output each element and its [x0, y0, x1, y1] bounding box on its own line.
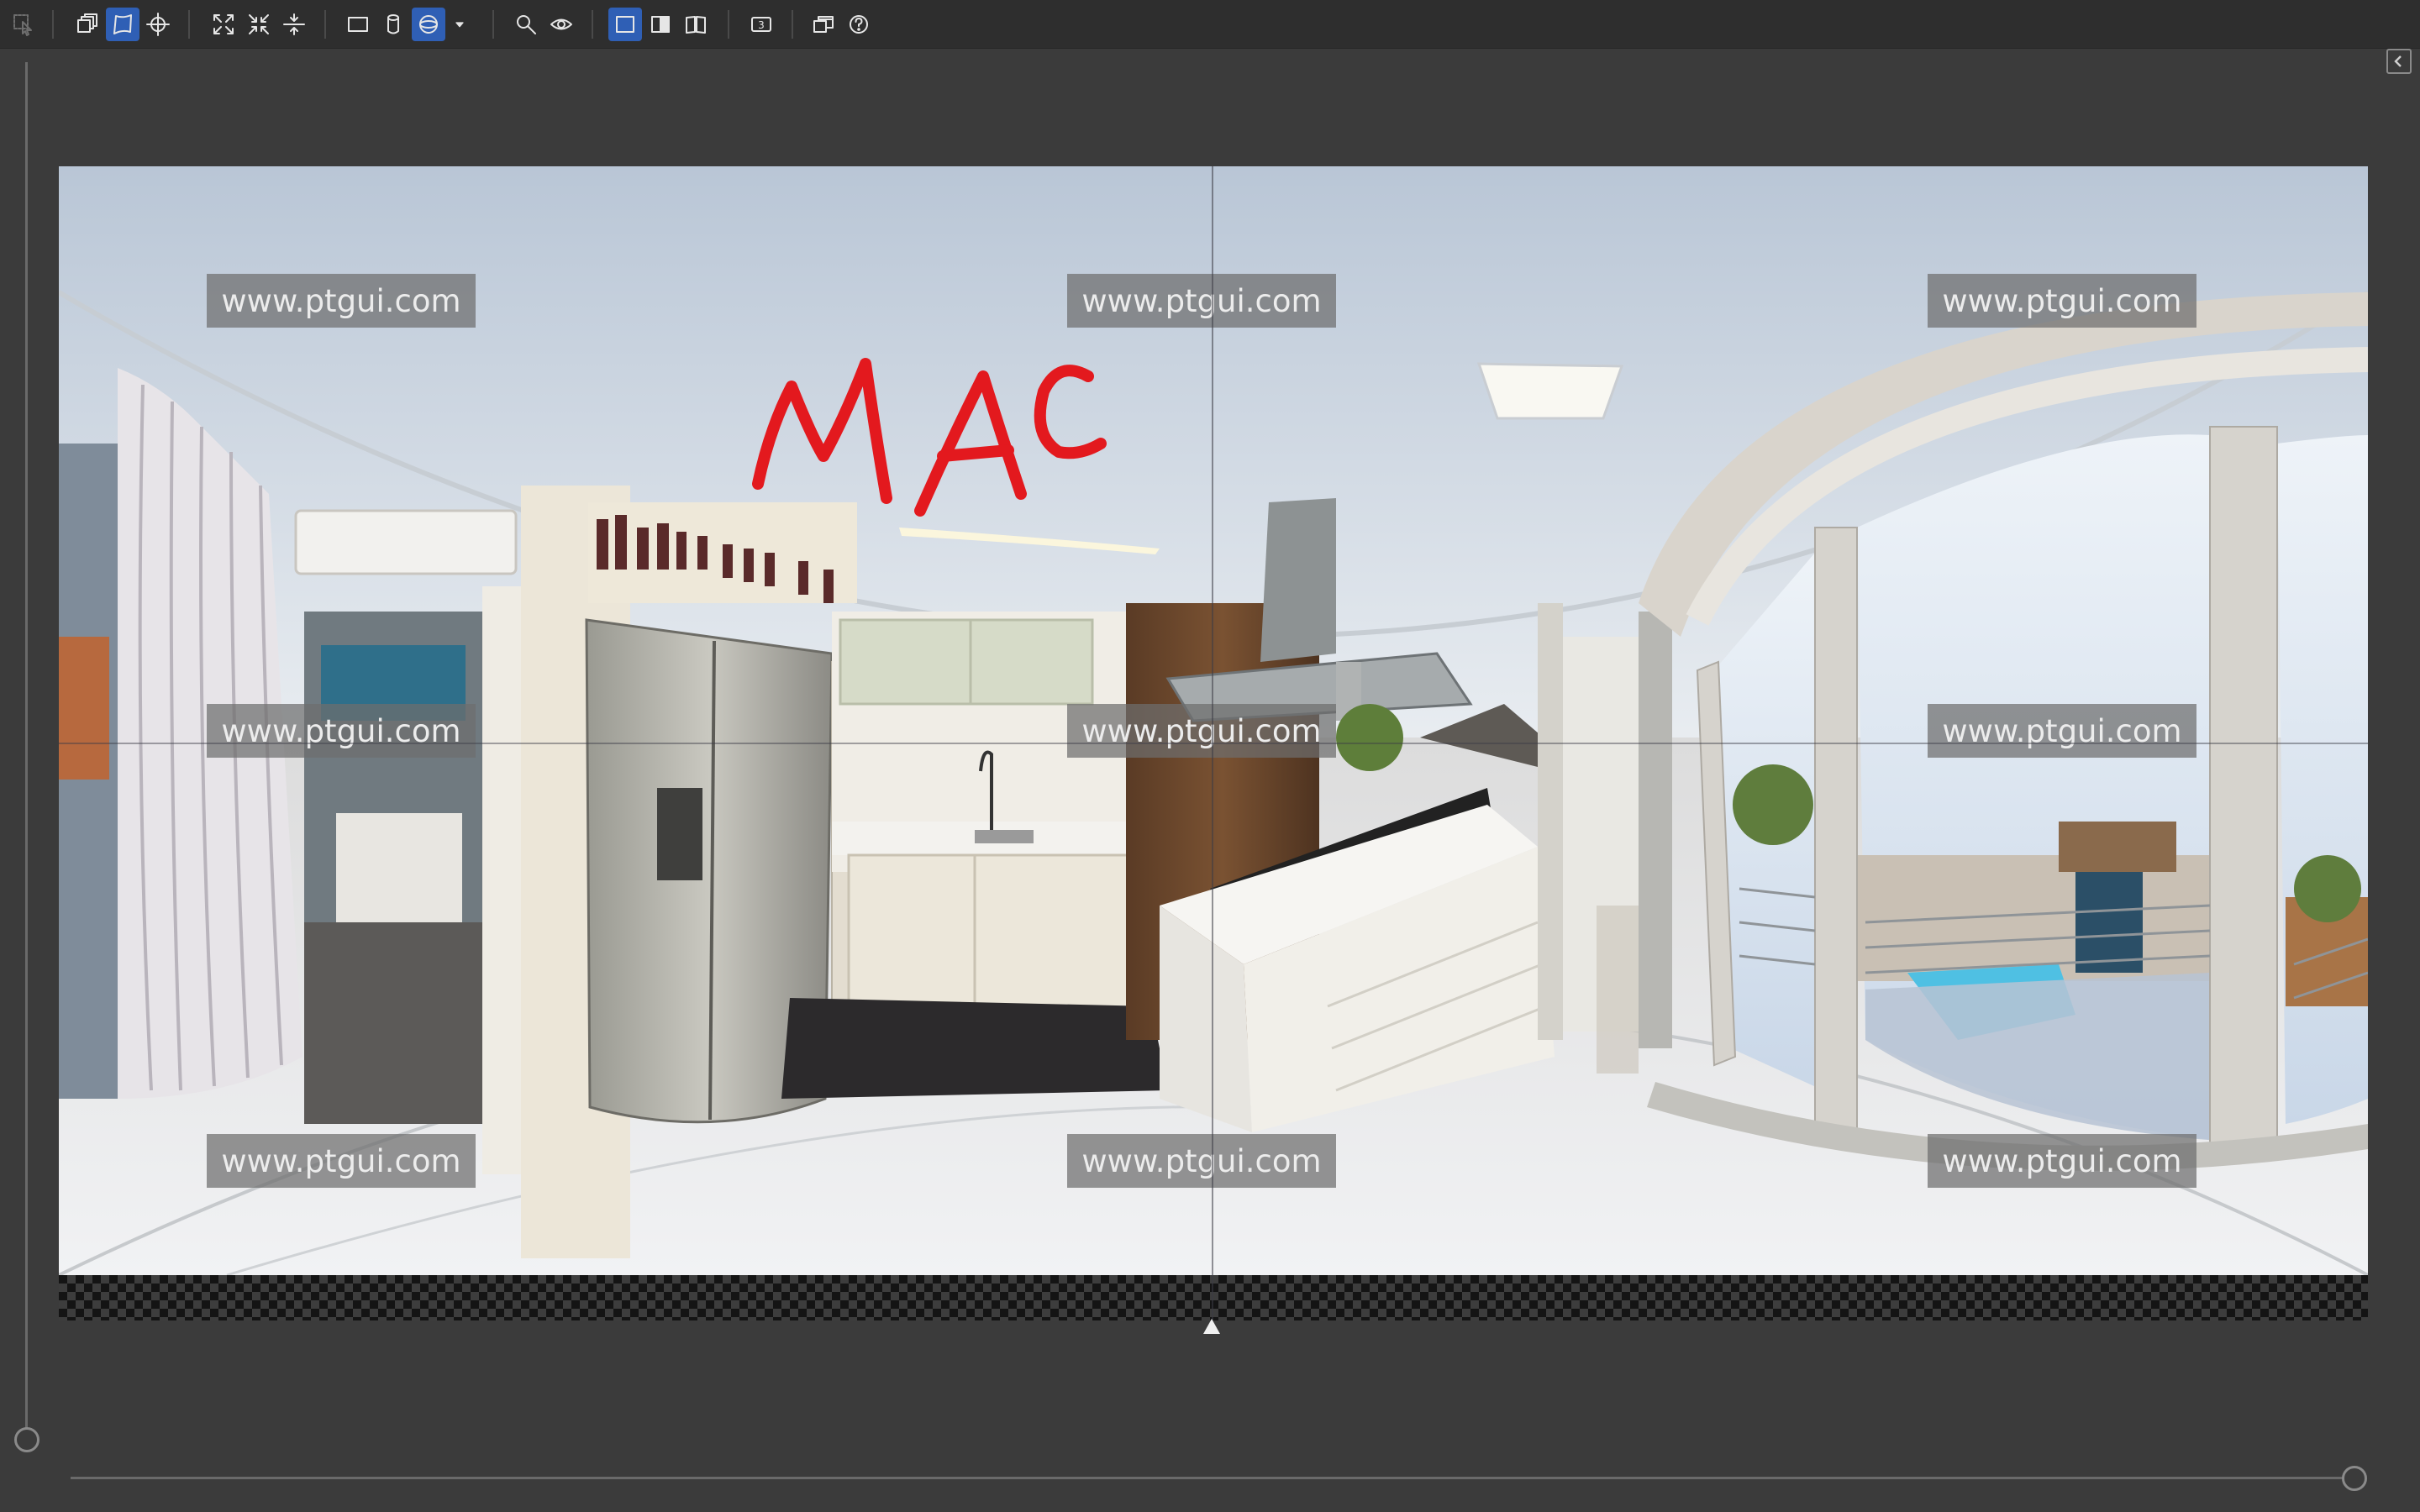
panel-collapse-button[interactable]: [2386, 49, 2412, 74]
horizon-guide[interactable]: [59, 743, 2368, 744]
book-view-icon: [686, 16, 706, 34]
chevron-left-icon: [2394, 55, 2402, 67]
level-horizon-icon: [283, 13, 305, 35]
perspective-warp-icon: [113, 14, 132, 34]
image-stack-button[interactable]: [71, 8, 104, 41]
svg-text:3: 3: [758, 19, 765, 31]
crosshair-icon: [146, 13, 170, 36]
watermark: www.ptgui.com: [1067, 1134, 1336, 1188]
numbers-toggle-button[interactable]: 3: [744, 8, 778, 41]
view-single-button[interactable]: [608, 8, 642, 41]
magnifier-icon: [517, 15, 536, 34]
cylindrical-projection-button[interactable]: [376, 8, 410, 41]
rectilinear-projection-button[interactable]: [341, 8, 375, 41]
view-split-button[interactable]: [644, 8, 677, 41]
watermark: www.ptgui.com: [1928, 704, 2196, 758]
view-book-button[interactable]: [679, 8, 713, 41]
watermark: www.ptgui.com: [207, 274, 476, 328]
cylinder-icon: [387, 14, 399, 34]
fit-content-button[interactable]: [242, 8, 276, 41]
watermark: www.ptgui.com: [207, 704, 476, 758]
select-tool-button[interactable]: [7, 8, 40, 41]
preview-button[interactable]: [544, 8, 578, 41]
vertical-slider-handle[interactable]: [14, 1427, 39, 1452]
perspective-tool-button[interactable]: [106, 8, 139, 41]
window-stack-icon: [813, 16, 834, 33]
fit-panorama-button[interactable]: [207, 8, 240, 41]
eye-icon: [550, 18, 572, 30]
horizontal-slider-track[interactable]: [71, 1477, 2356, 1479]
watermark: www.ptgui.com: [207, 1134, 476, 1188]
center-marker-icon[interactable]: [1203, 1319, 1220, 1334]
dropdown-arrow-icon: [455, 22, 464, 28]
cursor-select-icon: [13, 14, 32, 36]
help-circle-icon: [850, 15, 868, 34]
rectangle-icon: [348, 17, 368, 32]
projection-dropdown-button[interactable]: [445, 8, 474, 41]
numbered-box-icon: 3: [751, 17, 771, 32]
split-view-icon: [651, 16, 670, 33]
image-stack-icon: [77, 13, 97, 33]
watermark: www.ptgui.com: [1928, 1134, 2196, 1188]
watermark: www.ptgui.com: [1067, 704, 1336, 758]
collapse-arrows-icon: [249, 14, 269, 34]
toolbar: 3: [0, 0, 2420, 49]
zoom-button[interactable]: [509, 8, 543, 41]
single-view-icon: [616, 16, 634, 33]
horizontal-slider-handle[interactable]: [2342, 1466, 2367, 1491]
watermark: www.ptgui.com: [1928, 274, 2196, 328]
transparent-area: [59, 1275, 2368, 1320]
vertical-slider-track[interactable]: [25, 62, 28, 1440]
panorama-canvas[interactable]: www.ptgui.com www.ptgui.com www.ptgui.co…: [59, 166, 2368, 1320]
straighten-button[interactable]: [277, 8, 311, 41]
spherical-projection-button[interactable]: [412, 8, 445, 41]
help-button[interactable]: [842, 8, 876, 41]
watermark: www.ptgui.com: [1067, 274, 1336, 328]
expand-arrows-icon: [213, 14, 234, 34]
sphere-icon: [419, 15, 438, 34]
center-point-button[interactable]: [141, 8, 175, 41]
detach-window-button[interactable]: [807, 8, 840, 41]
